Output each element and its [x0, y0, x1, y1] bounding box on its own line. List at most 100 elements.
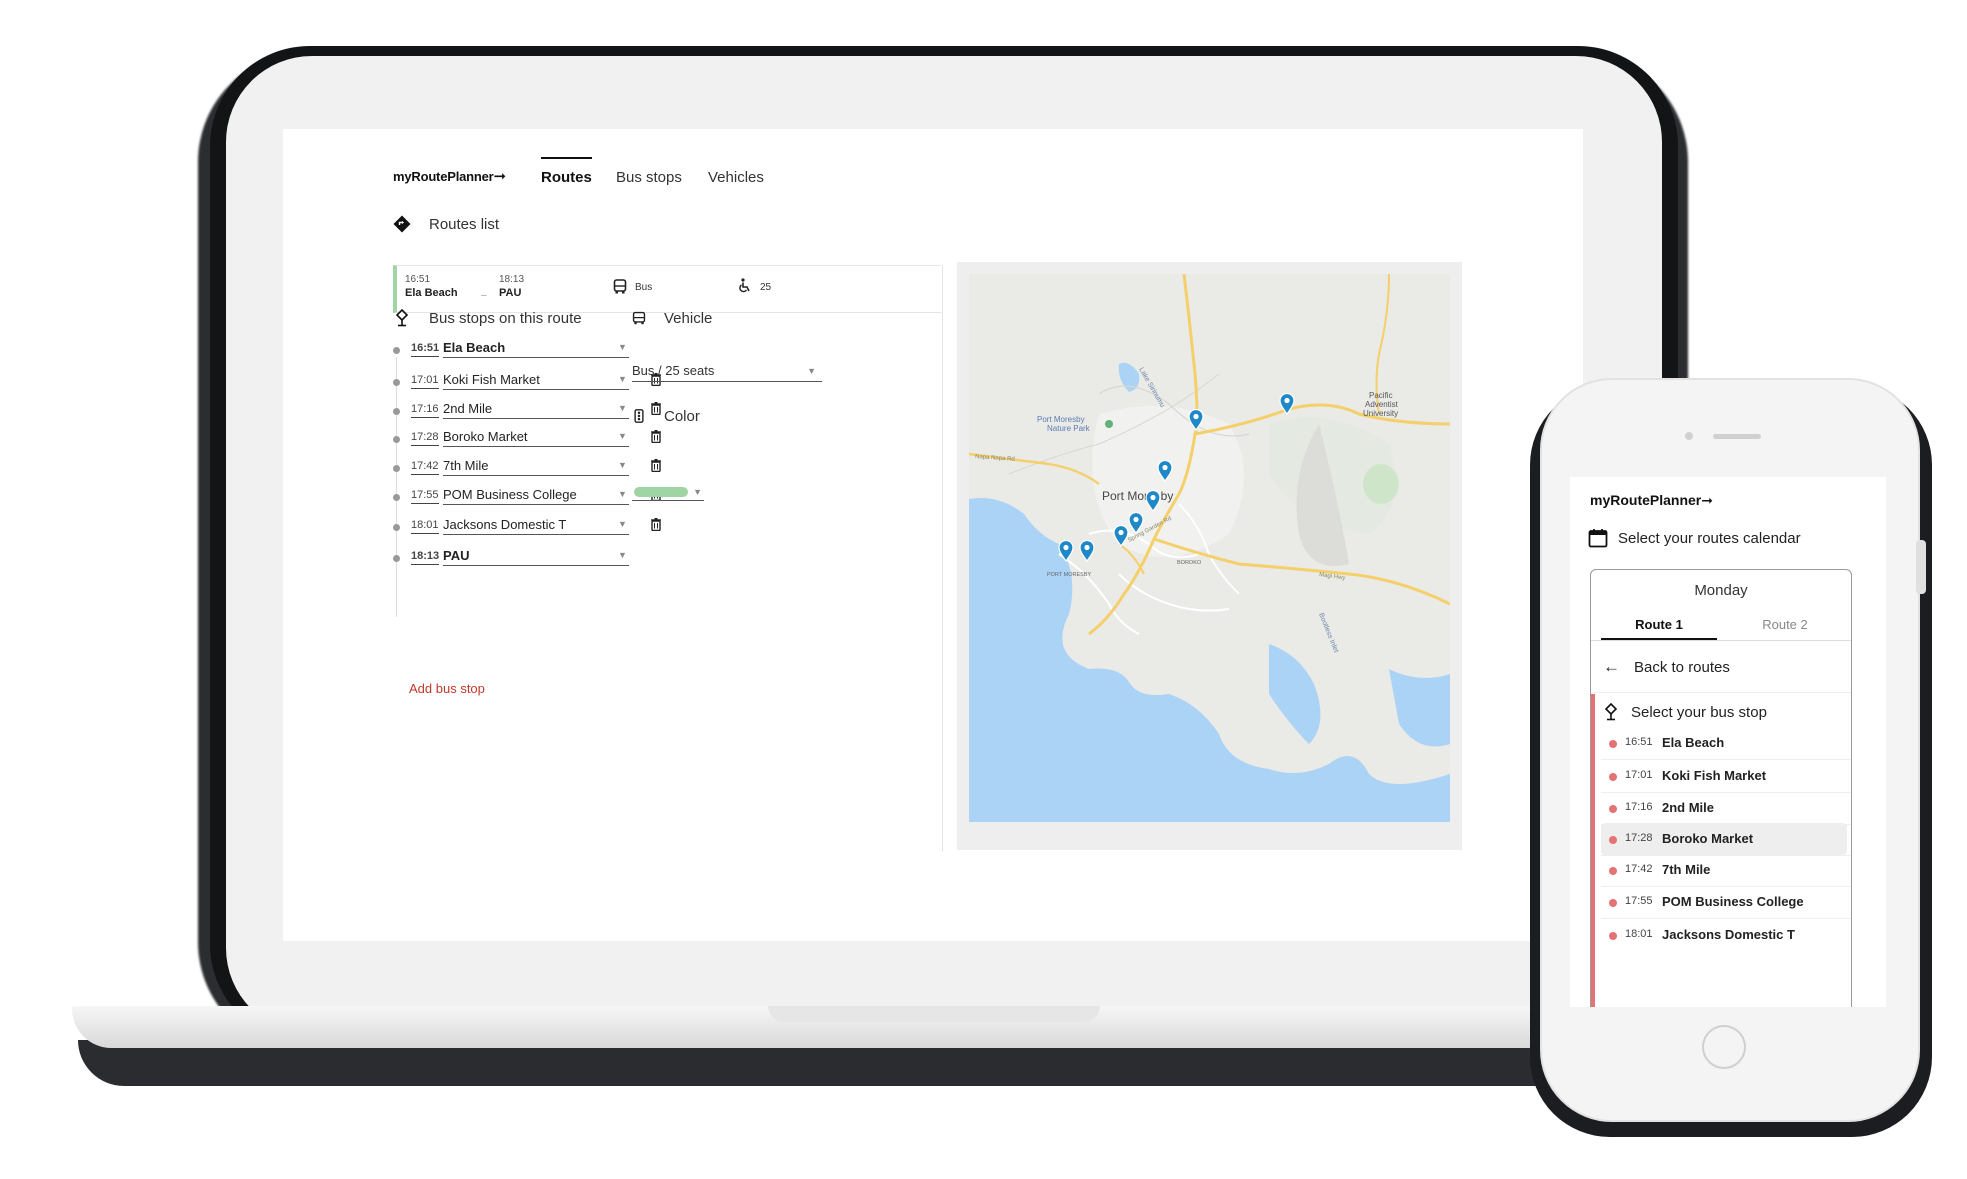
select-bus-stop-heading: Select your bus stop: [1603, 703, 1767, 721]
bus-stop-row[interactable]: 18:01 Jacksons Domestic T ▼: [393, 517, 673, 537]
tab-bus-stops[interactable]: Bus stops: [616, 169, 682, 186]
add-bus-stop-link[interactable]: Add bus stop: [409, 681, 485, 696]
bus-stop-row[interactable]: 16:51 Ela Beach ▼: [393, 340, 673, 360]
bus-stop-sign-icon: [1604, 703, 1618, 721]
map-pin-icon[interactable]: [1279, 393, 1295, 415]
mobile-stop-item[interactable]: 17:16 2nd Mile: [1601, 792, 1847, 824]
bus-icon: [632, 311, 646, 325]
stop-time: 17:01: [1625, 769, 1653, 781]
label-uni-3: University: [1363, 409, 1398, 418]
stop-time: 18:01: [411, 519, 439, 534]
route-card[interactable]: 16:51 Ela Beach – 18:13 PAU Bus 25: [393, 265, 941, 313]
bus-stop-row[interactable]: 17:55 POM Business College ▼: [393, 487, 673, 507]
bus-stop-row[interactable]: 17:16 2nd Mile ▼: [393, 401, 673, 421]
tab-route-2[interactable]: Route 2: [1727, 617, 1843, 638]
tab-vehicles[interactable]: Vehicles: [708, 169, 764, 186]
map-pin-icon[interactable]: [1113, 525, 1129, 547]
back-label: Back to routes: [1634, 658, 1730, 676]
stop-dot: [393, 465, 400, 472]
route-vehicle: Bus: [635, 282, 653, 293]
map-pin-icon[interactable]: [1128, 512, 1144, 534]
stop-name: 2nd Mile: [1662, 800, 1715, 815]
bus-stop-row[interactable]: 17:42 7th Mile ▼: [393, 458, 673, 478]
stop-dot: [393, 408, 400, 415]
vehicle-heading: Vehicle: [632, 309, 712, 327]
calendar-select[interactable]: Select your routes calendar: [1588, 528, 1801, 548]
trash-icon[interactable]: [651, 518, 661, 531]
mobile-app-logo[interactable]: myRoutePlanner➞: [1590, 492, 1713, 509]
mobile-stop-item[interactable]: 18:01 Jacksons Domestic T: [1601, 919, 1847, 951]
stop-name-select[interactable]: POM Business College: [443, 487, 629, 505]
map-pin-icon[interactable]: [1145, 490, 1161, 512]
stop-name-select[interactable]: 7th Mile: [443, 458, 629, 476]
tab-route-1[interactable]: Route 1: [1601, 617, 1717, 640]
mobile-logo-text: myRoutePlanner: [1590, 492, 1702, 508]
stop-name-select[interactable]: Boroko Market: [443, 429, 629, 447]
mobile-stop-item[interactable]: 17:01 Koki Fish Market: [1601, 760, 1847, 792]
map-pin-icon[interactable]: [1058, 540, 1074, 562]
chevron-down-icon: ▼: [693, 487, 702, 497]
stop-dot: [1609, 867, 1617, 875]
stop-name: Boroko Market: [1662, 831, 1754, 846]
mobile-stop-item[interactable]: 17:55 POM Business College: [1601, 886, 1847, 918]
vehicle-title: Vehicle: [664, 309, 713, 327]
trash-icon[interactable]: [651, 459, 661, 472]
map-pin-icon[interactable]: [1157, 460, 1173, 482]
label-pom-small: PORT MORESBY: [1047, 572, 1091, 578]
app-logo[interactable]: myRoutePlanner➞: [393, 167, 506, 185]
route-dash: –: [481, 290, 487, 301]
bus-stops-heading: Bus stops on this route: [393, 309, 582, 327]
stop-dot: [1609, 740, 1617, 748]
vehicle-select[interactable]: Bus / 25 seats ▼: [632, 363, 822, 382]
trash-icon[interactable]: [651, 430, 661, 443]
bus-stops-title: Bus stops on this route: [429, 309, 582, 327]
stop-name: Jacksons Domestic T: [1662, 927, 1795, 942]
laptop-notch: [768, 1006, 1100, 1022]
label-park-2: Nature Park: [1047, 424, 1091, 433]
bus-stop-row[interactable]: 17:28 Boroko Market ▼: [393, 429, 673, 449]
chevron-down-icon: ▼: [807, 366, 816, 376]
bus-stop-row[interactable]: 18:13 PAU ▼: [393, 548, 673, 568]
vehicle-select-value: Bus / 25 seats: [632, 363, 715, 378]
stop-name-select[interactable]: PAU: [443, 548, 629, 566]
stop-name-select[interactable]: 2nd Mile: [443, 401, 629, 419]
bus-icon: [613, 279, 627, 294]
route-map[interactable]: Port Moresby Port Moresby Nature Park Pa…: [969, 274, 1450, 822]
university-park: [1363, 464, 1399, 504]
mobile-stop-item[interactable]: 17:28 Boroko Market: [1601, 823, 1847, 855]
back-to-routes-button[interactable]: ← Back to routes: [1603, 657, 1730, 677]
label-uni-2: Adventist: [1365, 400, 1399, 409]
stop-time: 17:01: [411, 374, 439, 389]
stop-name-select[interactable]: Jacksons Domestic T: [443, 517, 629, 535]
stop-time: 17:55: [1625, 895, 1653, 907]
stop-name-select[interactable]: Koki Fish Market: [443, 372, 629, 390]
map-pin-icon[interactable]: [1079, 540, 1095, 562]
mobile-stop-item[interactable]: 16:51 Ela Beach: [1601, 727, 1847, 759]
label-uni-1: Pacific: [1369, 391, 1393, 400]
phone-home-button[interactable]: [1702, 1025, 1746, 1069]
bus-stop-row[interactable]: 17:01 Koki Fish Market ▼: [393, 372, 673, 392]
stop-name: 7th Mile: [1662, 862, 1711, 877]
label-park-1: Port Moresby: [1037, 415, 1085, 424]
map-graphic: Port Moresby Port Moresby Nature Park Pa…: [969, 274, 1450, 822]
arrow-left-icon: ←: [1603, 657, 1620, 676]
column-divider: [942, 265, 943, 852]
phone-side-button: [1916, 540, 1926, 594]
stop-time: 17:28: [411, 431, 439, 446]
stop-time: 17:16: [411, 403, 439, 418]
divider: [1591, 692, 1851, 693]
stop-name-select[interactable]: Ela Beach: [443, 340, 629, 358]
stop-dot: [1609, 805, 1617, 813]
chevron-down-icon: ▼: [618, 403, 627, 413]
color-title: Color: [664, 407, 700, 425]
stop-name: Ela Beach: [1662, 735, 1725, 750]
mobile-stop-item[interactable]: 17:42 7th Mile: [1601, 854, 1847, 886]
tab-routes[interactable]: Routes: [541, 157, 592, 186]
stop-time: 16:51: [411, 342, 440, 357]
color-select[interactable]: ▼: [632, 487, 704, 501]
stop-dot: [1609, 773, 1617, 781]
traffic-light-icon: [634, 409, 644, 423]
desktop-app: myRoutePlanner➞ Routes Bus stops Vehicle…: [283, 129, 1583, 941]
map-pin-icon[interactable]: [1188, 409, 1204, 431]
color-swatch: [634, 487, 688, 497]
